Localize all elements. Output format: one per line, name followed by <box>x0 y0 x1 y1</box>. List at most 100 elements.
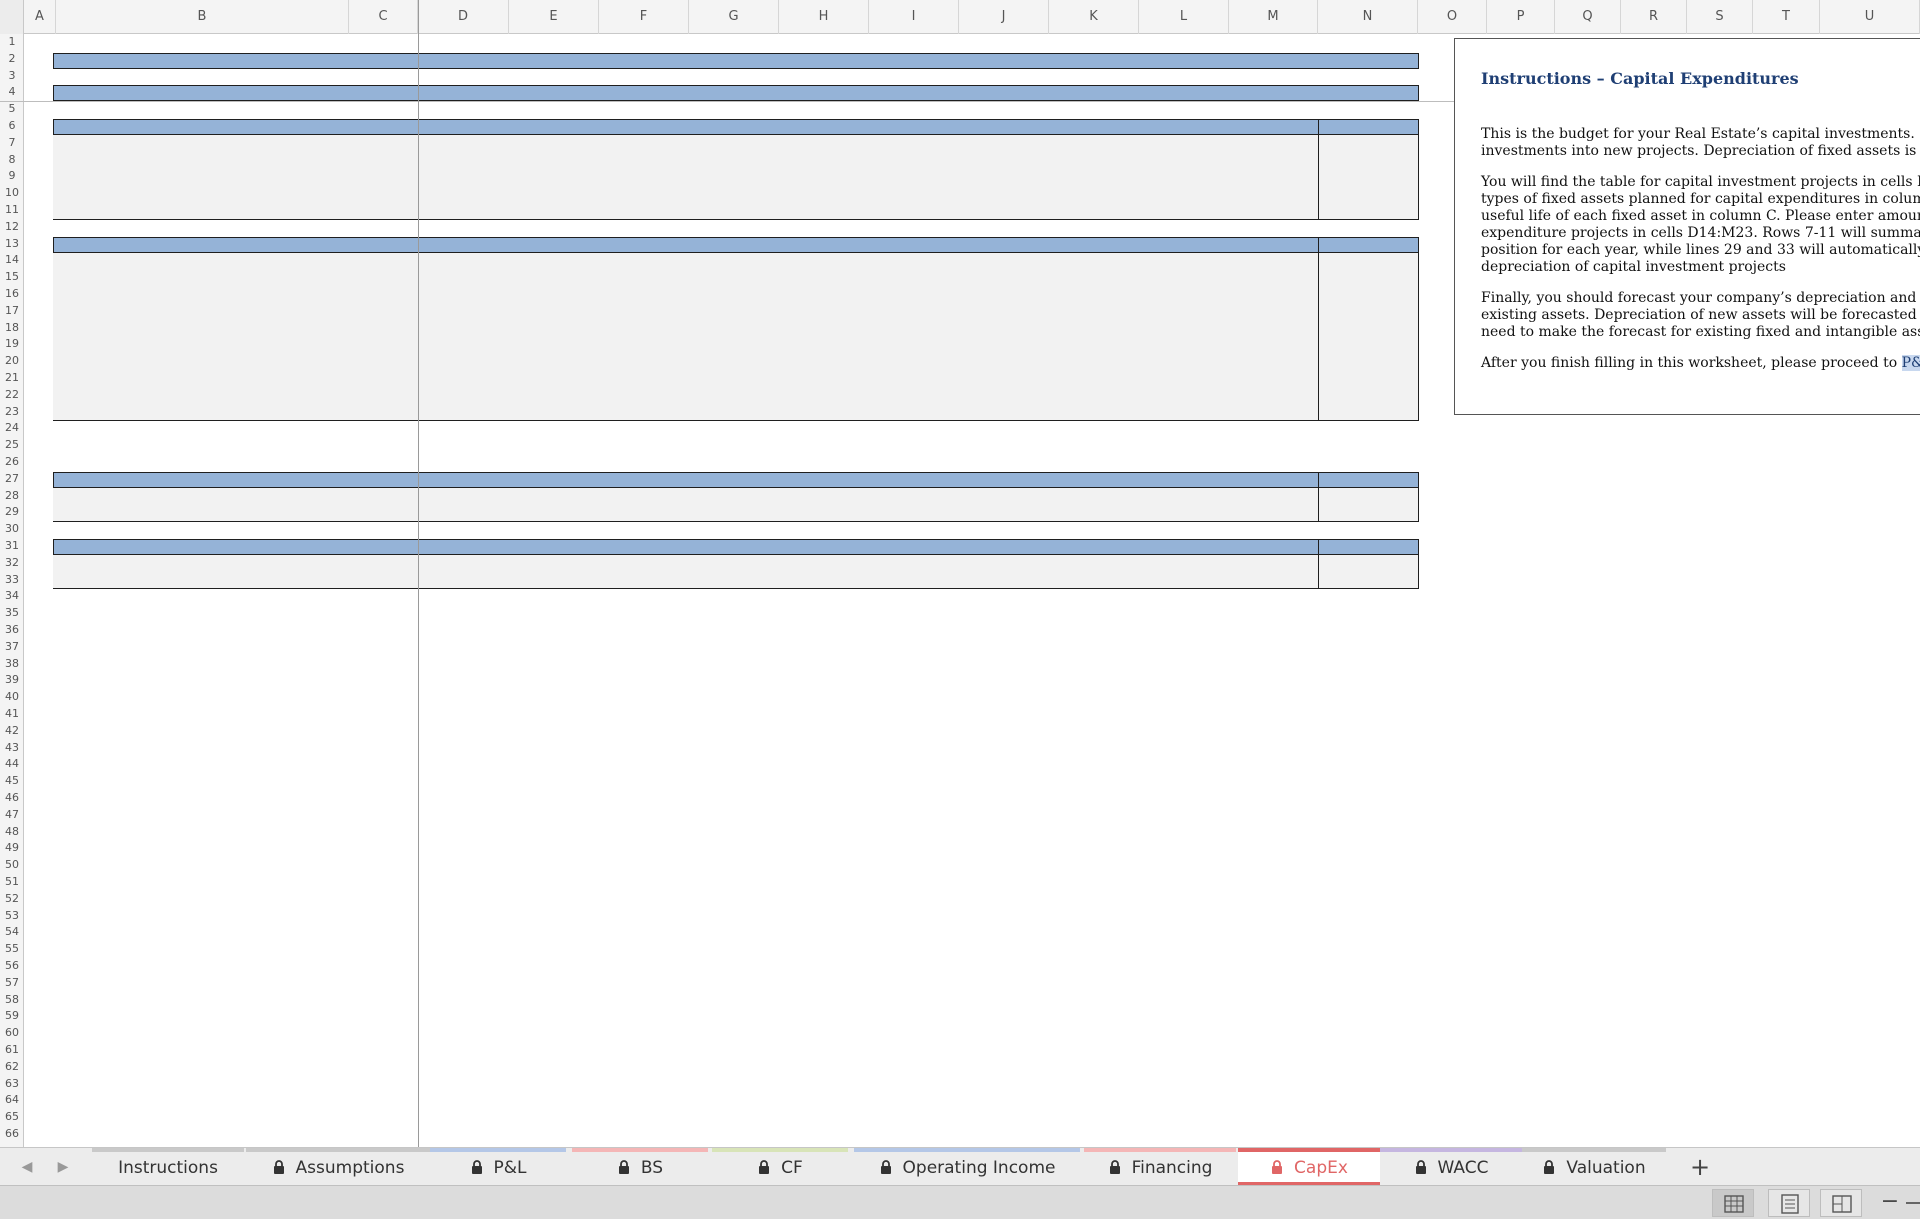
row-header-29[interactable]: 29 <box>0 504 24 521</box>
value-cell[interactable] <box>599 185 685 202</box>
value-cell[interactable] <box>1049 488 1135 505</box>
value-cell[interactable] <box>418 320 505 337</box>
value-cell[interactable] <box>869 488 955 505</box>
value-cell[interactable] <box>779 572 865 589</box>
value-cell[interactable] <box>869 152 955 169</box>
row-header-61[interactable]: 61 <box>0 1042 24 1059</box>
value-cell[interactable] <box>959 185 1045 202</box>
value-cell[interactable] <box>1229 504 1314 521</box>
column-header-t[interactable]: T <box>1753 0 1820 34</box>
value-cell[interactable] <box>509 152 595 169</box>
value-cell[interactable] <box>959 572 1045 589</box>
value-cell[interactable] <box>509 387 595 404</box>
add-sheet-button[interactable]: + <box>1682 1152 1718 1182</box>
value-cell[interactable] <box>689 353 775 370</box>
value-cell[interactable] <box>418 488 505 505</box>
value-cell[interactable] <box>689 320 775 337</box>
value-cell[interactable] <box>1139 370 1225 387</box>
value-cell[interactable] <box>959 353 1045 370</box>
value-cell[interactable] <box>869 572 955 589</box>
value-cell[interactable] <box>599 303 685 320</box>
row-header-37[interactable]: 37 <box>0 639 24 656</box>
pnl-link[interactable]: P&L <box>1901 355 1920 371</box>
row-header-13[interactable]: 13 <box>0 236 24 253</box>
row-header-18[interactable]: 18 <box>0 320 24 337</box>
value-cell[interactable] <box>869 185 955 202</box>
value-cell[interactable] <box>779 387 865 404</box>
value-cell[interactable] <box>1139 185 1225 202</box>
value-cell[interactable] <box>869 320 955 337</box>
value-cell[interactable] <box>1229 572 1314 589</box>
value-cell[interactable] <box>959 252 1045 269</box>
value-cell[interactable] <box>599 269 685 286</box>
value-cell[interactable] <box>509 555 595 572</box>
value-cell[interactable] <box>1229 202 1314 219</box>
instructions-textbox[interactable]: Instructions – Capital Expenditures This… <box>1454 38 1920 415</box>
value-cell[interactable] <box>1049 504 1135 521</box>
value-cell[interactable] <box>1229 152 1314 169</box>
column-header-d[interactable]: D <box>418 0 509 34</box>
row-header-51[interactable]: 51 <box>0 874 24 891</box>
column-header-n[interactable]: N <box>1318 0 1418 34</box>
value-cell[interactable] <box>959 404 1045 421</box>
row-header-36[interactable]: 36 <box>0 622 24 639</box>
value-cell[interactable] <box>1049 135 1135 152</box>
value-cell[interactable] <box>689 572 775 589</box>
value-cell[interactable] <box>1229 135 1314 152</box>
row-header-5[interactable]: 5 <box>0 101 24 118</box>
value-cell[interactable] <box>418 135 505 152</box>
row-header-64[interactable]: 64 <box>0 1092 24 1109</box>
value-cell[interactable] <box>599 286 685 303</box>
row-header-43[interactable]: 43 <box>0 740 24 757</box>
value-cell[interactable] <box>1139 303 1225 320</box>
row-header-10[interactable]: 10 <box>0 185 24 202</box>
row-header-27[interactable]: 27 <box>0 471 24 488</box>
column-header-u[interactable]: U <box>1820 0 1920 34</box>
tab-p-l[interactable]: P&L <box>430 1148 566 1185</box>
value-cell[interactable] <box>1229 303 1314 320</box>
tab-scroll-right-icon[interactable]: ▶ <box>56 1158 70 1176</box>
value-cell[interactable] <box>418 303 505 320</box>
page-layout-view-icon[interactable] <box>1768 1189 1810 1217</box>
value-cell[interactable] <box>1049 152 1135 169</box>
value-cell[interactable] <box>1049 336 1135 353</box>
value-cell[interactable] <box>779 555 865 572</box>
value-cell[interactable] <box>509 269 595 286</box>
value-cell[interactable] <box>418 555 505 572</box>
value-cell[interactable] <box>509 370 595 387</box>
value-cell[interactable] <box>599 488 685 505</box>
value-cell[interactable] <box>1229 353 1314 370</box>
value-cell[interactable] <box>1139 286 1225 303</box>
value-cell[interactable] <box>779 135 865 152</box>
value-cell[interactable] <box>869 303 955 320</box>
row-header-40[interactable]: 40 <box>0 689 24 706</box>
value-cell[interactable] <box>959 370 1045 387</box>
row-header-1[interactable]: 1 <box>0 34 24 51</box>
value-cell[interactable] <box>779 252 865 269</box>
tab-bs[interactable]: BS <box>572 1148 708 1185</box>
row-header-14[interactable]: 14 <box>0 252 24 269</box>
normal-view-icon[interactable] <box>1712 1189 1754 1217</box>
value-cell[interactable] <box>509 168 595 185</box>
column-header-o[interactable]: O <box>1418 0 1487 34</box>
value-cell[interactable] <box>869 555 955 572</box>
value-cell[interactable] <box>1229 555 1314 572</box>
row-header-66[interactable]: 66 <box>0 1126 24 1143</box>
tab-valuation[interactable]: Valuation <box>1522 1148 1666 1185</box>
row-header-34[interactable]: 34 <box>0 588 24 605</box>
value-cell[interactable] <box>1139 168 1225 185</box>
row-header-49[interactable]: 49 <box>0 840 24 857</box>
row-header-55[interactable]: 55 <box>0 941 24 958</box>
value-cell[interactable] <box>509 303 595 320</box>
value-cell[interactable] <box>779 202 865 219</box>
value-cell[interactable] <box>1229 387 1314 404</box>
value-cell[interactable] <box>689 370 775 387</box>
column-header-f[interactable]: F <box>599 0 689 34</box>
value-cell[interactable] <box>599 320 685 337</box>
column-header-e[interactable]: E <box>509 0 599 34</box>
value-cell[interactable] <box>1049 168 1135 185</box>
value-cell[interactable] <box>509 286 595 303</box>
value-cell[interactable] <box>1229 404 1314 421</box>
spreadsheet-grid[interactable]: ABCDEFGHIJKLMNOPQRSTU 1 2 3 4 5 6 7 8 9 10 11 12 13 1… <box>0 0 1920 1147</box>
row-header-46[interactable]: 46 <box>0 790 24 807</box>
